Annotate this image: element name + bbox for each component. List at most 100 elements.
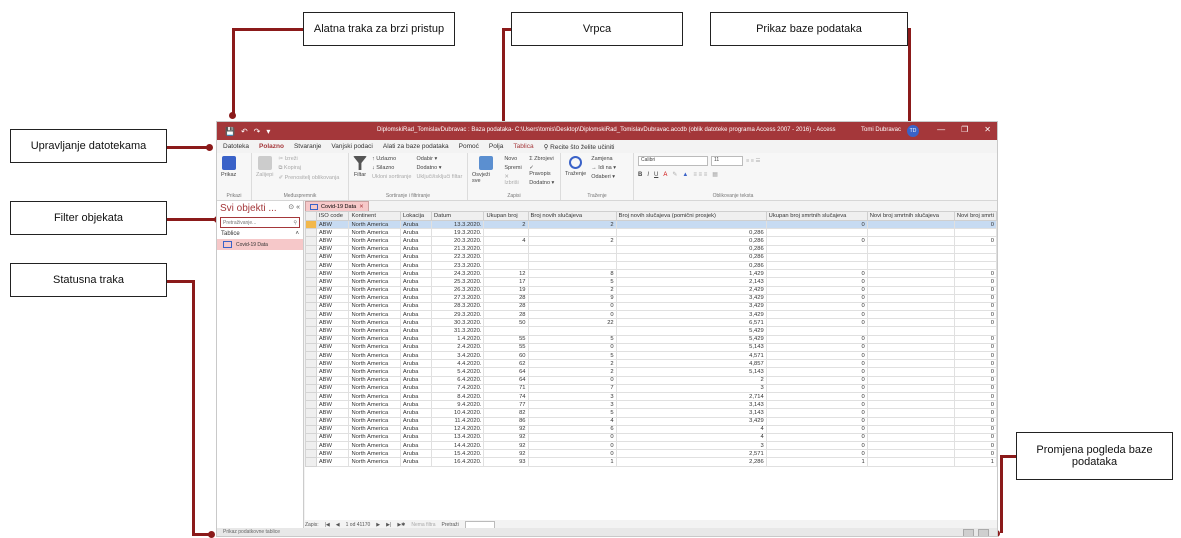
- table-cell[interactable]: North America: [348, 228, 401, 238]
- record-selector[interactable]: [305, 293, 317, 303]
- table-cell[interactable]: 92: [483, 424, 529, 434]
- table-cell[interactable]: North America: [348, 391, 401, 402]
- table-cell[interactable]: 15.4.2020.: [430, 449, 485, 459]
- table-cell[interactable]: 4: [615, 432, 767, 443]
- table-cell[interactable]: Aruba: [399, 441, 433, 451]
- table-row[interactable]: ABW North America Aruba 4.4.2020. 62 2 4,857 0 0: [305, 359, 997, 369]
- table-row[interactable]: ABW North America Aruba 11.4.2020. 86 4 3,429 0…: [305, 416, 997, 426]
- table-cell[interactable]: 2: [527, 219, 617, 230]
- table-cell[interactable]: 0: [953, 236, 997, 246]
- menu-polja[interactable]: Polja: [489, 143, 503, 150]
- table-cell[interactable]: 0: [953, 334, 997, 344]
- first-record-icon[interactable]: |◀: [325, 522, 330, 528]
- table-cell[interactable]: [765, 260, 868, 271]
- menu-stvaranje[interactable]: Stvaranje: [294, 143, 321, 150]
- table-cell[interactable]: 0,286: [615, 228, 767, 238]
- table-cell[interactable]: 0,286: [615, 252, 767, 262]
- table-cell[interactable]: 13.4.2020.: [430, 432, 485, 443]
- table-cell[interactable]: Aruba: [399, 318, 433, 328]
- table-row[interactable]: ABW North America Aruba 16.4.2020. 93 1 2,286 1…: [305, 457, 997, 467]
- table-cell[interactable]: North America: [348, 350, 401, 361]
- record-selector[interactable]: [305, 228, 317, 238]
- table-cell[interactable]: 26.3.2020.: [430, 285, 485, 295]
- table-cell[interactable]: 0: [765, 342, 868, 353]
- table-cell[interactable]: North America: [348, 252, 401, 262]
- table-cell[interactable]: [765, 326, 868, 336]
- table-cell[interactable]: [953, 252, 997, 262]
- table-cell[interactable]: Aruba: [399, 277, 433, 287]
- table-cell[interactable]: North America: [348, 408, 401, 418]
- table-row[interactable]: ABW North America Aruba 1.4.2020. 55 5 5,429 0 0: [305, 334, 997, 344]
- table-cell[interactable]: 7: [527, 383, 617, 393]
- table-cell[interactable]: ABW: [315, 260, 350, 271]
- column-header[interactable]: Broj novih slučajeva: [527, 211, 617, 221]
- format-painter-button[interactable]: ✐ Prenositelj oblikovanja: [278, 175, 339, 181]
- table-cell[interactable]: 74: [483, 391, 529, 402]
- save-record-button[interactable]: Spremi: [504, 165, 524, 171]
- table-cell[interactable]: Aruba: [399, 342, 433, 353]
- table-cell[interactable]: [866, 301, 955, 312]
- table-cell[interactable]: 5,429: [615, 326, 767, 336]
- table-row[interactable]: ABW North America Aruba 8.4.2020. 74 3 2,714 0 0: [305, 391, 997, 402]
- table-cell[interactable]: 19.3.2020.: [430, 228, 485, 238]
- table-row[interactable]: ABW North America Aruba 2.4.2020. 55 0 5,143 0 0: [305, 342, 997, 353]
- table-cell[interactable]: 77: [483, 400, 529, 410]
- highlight-icon[interactable]: ✎: [672, 171, 677, 178]
- table-cell[interactable]: [866, 326, 955, 336]
- table-cell[interactable]: Aruba: [399, 424, 433, 434]
- table-cell[interactable]: 4: [527, 416, 617, 426]
- table-cell[interactable]: North America: [348, 236, 401, 246]
- table-cell[interactable]: [527, 244, 617, 254]
- table-cell[interactable]: ABW: [315, 375, 350, 385]
- sort-ascending-button[interactable]: ↑ Uzlazno: [372, 156, 411, 162]
- table-cell[interactable]: [866, 367, 955, 377]
- record-selector[interactable]: [305, 236, 317, 246]
- spelling-button[interactable]: ✓ Pravopis: [529, 165, 556, 177]
- table-cell[interactable]: 23.3.2020.: [430, 260, 485, 271]
- table-cell[interactable]: North America: [348, 432, 401, 443]
- table-cell[interactable]: North America: [348, 457, 401, 467]
- table-cell[interactable]: Aruba: [399, 391, 433, 402]
- table-cell[interactable]: 0: [953, 441, 997, 451]
- table-cell[interactable]: ABW: [315, 228, 350, 238]
- table-cell[interactable]: 92: [483, 441, 529, 451]
- table-cell[interactable]: 0: [765, 269, 868, 279]
- toggle-filter-button[interactable]: Uključi/isključi filtar: [416, 174, 462, 180]
- record-selector[interactable]: [305, 367, 317, 377]
- table-cell[interactable]: North America: [348, 293, 401, 303]
- table-cell[interactable]: [483, 326, 529, 336]
- table-cell[interactable]: [866, 318, 955, 328]
- table-cell[interactable]: [866, 432, 955, 443]
- selection-button[interactable]: Odabir ▾: [416, 156, 462, 162]
- table-cell[interactable]: 0: [953, 449, 997, 459]
- select-all-cell[interactable]: [305, 211, 317, 221]
- design-view-icon[interactable]: [978, 529, 989, 536]
- user-name[interactable]: Tomi Dubravac: [861, 127, 901, 133]
- record-selector[interactable]: [305, 359, 317, 369]
- record-selector[interactable]: [305, 301, 317, 312]
- table-cell[interactable]: 0: [765, 408, 868, 418]
- table-row[interactable]: ABW North America Aruba 14.4.2020. 92 0 3 0 0: [305, 441, 997, 451]
- table-cell[interactable]: [866, 383, 955, 393]
- table-cell[interactable]: Aruba: [399, 310, 433, 320]
- table-cell[interactable]: 0: [953, 424, 997, 434]
- table-cell[interactable]: North America: [348, 400, 401, 410]
- table-cell[interactable]: ABW: [315, 383, 350, 393]
- table-cell[interactable]: North America: [348, 441, 401, 451]
- minimize-icon[interactable]: —: [937, 125, 945, 134]
- table-cell[interactable]: 82: [483, 408, 529, 418]
- table-cell[interactable]: [953, 260, 997, 271]
- table-cell[interactable]: 3,143: [615, 400, 767, 410]
- table-cell[interactable]: 0: [765, 441, 868, 451]
- table-cell[interactable]: 0: [765, 367, 868, 377]
- copy-button[interactable]: ⧉ Kopiraj: [278, 165, 339, 172]
- table-cell[interactable]: [483, 252, 529, 262]
- table-cell[interactable]: 0: [765, 293, 868, 303]
- table-cell[interactable]: 24.3.2020.: [430, 269, 485, 279]
- table-cell[interactable]: 0: [765, 432, 868, 443]
- table-cell[interactable]: 20.3.2020.: [430, 236, 485, 246]
- table-cell[interactable]: Aruba: [399, 383, 433, 393]
- table-cell[interactable]: 11.4.2020.: [430, 416, 485, 426]
- record-selector[interactable]: [305, 350, 317, 361]
- table-cell[interactable]: 93: [483, 457, 529, 467]
